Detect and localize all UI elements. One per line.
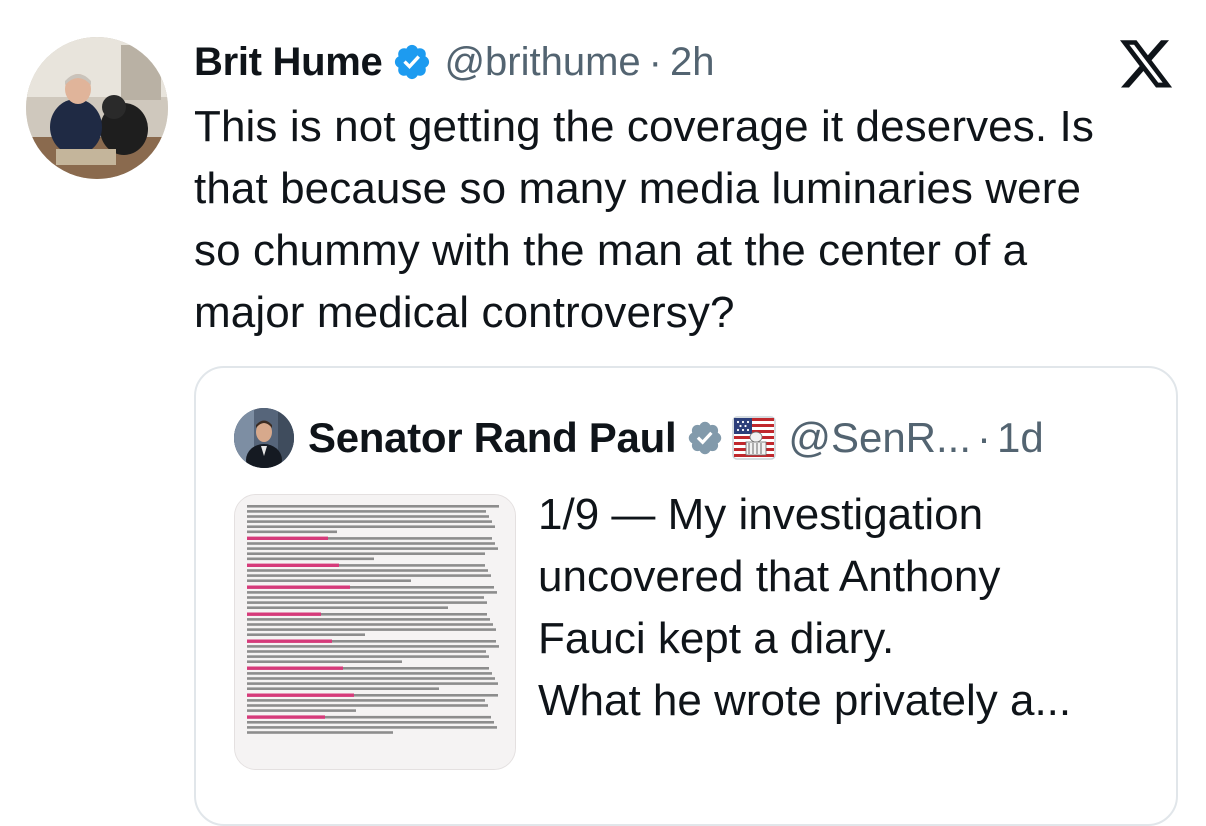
document-heading-line [247, 612, 321, 616]
document-text-line [247, 569, 488, 572]
document-text-line [247, 591, 497, 594]
document-text-line [247, 709, 356, 712]
document-text-line [247, 552, 485, 555]
document-text-line [247, 542, 495, 545]
document-heading-line [247, 666, 343, 670]
document-text-line [247, 645, 499, 648]
document-text-line [247, 547, 498, 550]
tweet-author-row: Brit Hume @brithume · 2h [194, 36, 715, 88]
document-heading-line [247, 639, 332, 643]
document-heading-line [247, 715, 325, 719]
document-heading-line [247, 563, 339, 567]
x-logo-icon [1120, 40, 1173, 88]
document-text-line [247, 515, 489, 518]
quoted-author-avatar[interactable] [234, 408, 294, 468]
verified-badge-icon [395, 44, 430, 80]
document-text-line [247, 596, 484, 599]
document-text-line [247, 525, 495, 528]
document-text-line [247, 628, 496, 631]
document-text-line [247, 672, 492, 675]
document-text-line [247, 726, 497, 729]
document-text-line [247, 520, 492, 523]
quoted-tweet-text: 1/9 — My investigation uncovered that An… [538, 490, 1072, 725]
document-heading-line [247, 536, 328, 540]
dot-separator: · [648, 39, 662, 84]
document-heading-line [247, 693, 354, 697]
quoted-verified-badge-icon [689, 421, 722, 455]
document-text-line [247, 633, 365, 636]
quoted-author-handle[interactable]: @SenR... [788, 414, 971, 462]
document-text-line [247, 618, 490, 621]
author-name[interactable]: Brit Hume [194, 40, 383, 85]
document-text-line [247, 682, 498, 685]
document-text-line [247, 505, 499, 508]
quoted-timestamp[interactable]: 1d [997, 414, 1044, 462]
us-government-badge-icon [732, 416, 777, 460]
document-text-line [247, 579, 411, 582]
document-text-line [247, 687, 439, 690]
quoted-author-name[interactable]: Senator Rand Paul [308, 414, 677, 462]
document-text-line [247, 655, 489, 658]
document-text-line [247, 557, 374, 561]
document-text-line [247, 530, 337, 534]
document-text-line [247, 660, 402, 663]
document-heading-line [247, 585, 350, 589]
document-text-line [247, 704, 488, 707]
document-text-line [247, 601, 487, 604]
document-text-line [247, 699, 485, 702]
document-page-image [235, 495, 515, 769]
author-avatar[interactable] [26, 37, 168, 179]
document-text-line [247, 606, 448, 609]
document-text-line [247, 623, 493, 626]
quoted-author-row: Senator Rand Paul @SenR... · 1d [308, 410, 1044, 466]
quoted-media-thumbnail[interactable] [234, 494, 516, 770]
author-handle[interactable]: @brithume [444, 40, 640, 85]
document-text-line [247, 721, 494, 724]
tweet-text: This is not getting the coverage it dese… [194, 102, 1094, 337]
document-text-line [247, 574, 491, 577]
document-text-line [247, 677, 495, 680]
quoted-avatar-photo [234, 408, 294, 468]
avatar-photo [26, 37, 168, 179]
quoted-dot-separator: · [977, 414, 992, 461]
document-text-line [247, 510, 486, 513]
document-text-line [247, 731, 393, 734]
tweet-timestamp[interactable]: 2h [670, 40, 715, 85]
document-text-line [247, 650, 486, 653]
